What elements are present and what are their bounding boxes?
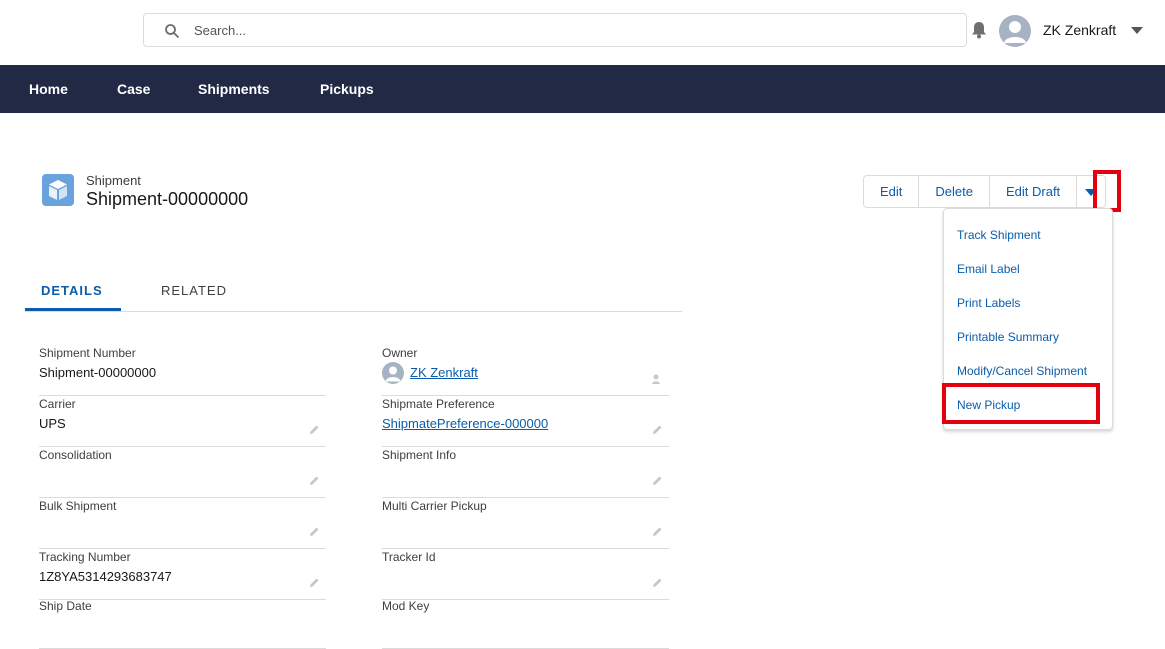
pencil-icon[interactable] — [308, 424, 320, 436]
pencil-icon[interactable] — [651, 577, 663, 589]
field-carrier: Carrier UPS — [39, 397, 326, 447]
highlight-new-pickup — [942, 383, 1100, 424]
search-icon — [165, 24, 179, 38]
pencil-icon[interactable] — [651, 424, 663, 436]
menu-item-printable-summary[interactable]: Printable Summary — [957, 330, 1059, 344]
notification-bell-icon[interactable] — [969, 20, 989, 40]
field-label: Shipmate Preference — [382, 397, 495, 411]
menu-item-email-label[interactable]: Email Label — [957, 262, 1020, 276]
field-value: UPS — [39, 416, 66, 431]
field-label: Owner — [382, 346, 418, 360]
shipmate-preference-link[interactable]: ShipmatePreference-000000 — [382, 416, 548, 431]
field-shipment-number: Shipment Number Shipment-00000000 — [39, 346, 326, 396]
field-value: Shipment-00000000 — [39, 365, 157, 380]
record-type-label: Shipment — [86, 173, 141, 188]
pencil-icon[interactable] — [308, 526, 320, 538]
pencil-icon[interactable] — [651, 475, 663, 487]
field-tracking-number: Tracking Number 1Z8YA5314293683747 — [39, 550, 326, 600]
owner-avatar — [382, 362, 404, 384]
menu-item-modify-cancel-shipment[interactable]: Modify/Cancel Shipment — [957, 364, 1087, 378]
field-label: Shipment Number — [39, 346, 136, 360]
field-label: Multi Carrier Pickup — [382, 499, 487, 513]
field-label: Shipment Info — [382, 448, 457, 462]
field-tracker-id: Tracker Id — [382, 550, 669, 600]
field-label: Bulk Shipment — [39, 499, 117, 513]
nav-item-shipments[interactable]: Shipments — [198, 81, 270, 97]
tab-details[interactable]: DETAILS — [41, 283, 103, 298]
field-value: 1Z8YA5314293683747 — [39, 569, 172, 584]
user-icon — [385, 366, 401, 382]
field-label: Ship Date — [39, 599, 92, 613]
tab-related[interactable]: RELATED — [161, 283, 227, 298]
menu-item-track-shipment[interactable]: Track Shipment — [957, 228, 1041, 242]
chevron-down-icon[interactable] — [1131, 27, 1143, 34]
field-label: Tracking Number — [39, 550, 131, 564]
user-name[interactable]: ZK Zenkraft — [1043, 22, 1116, 38]
active-tab-indicator — [25, 308, 121, 311]
app-nav-bar: Home Case Shipments Pickups — [0, 65, 1165, 113]
field-label: Carrier — [39, 397, 76, 411]
edit-draft-button[interactable]: Edit Draft — [990, 176, 1078, 207]
user-icon — [1004, 21, 1026, 43]
field-label: Mod Key — [382, 599, 430, 613]
nav-item-home[interactable]: Home — [29, 81, 68, 97]
field-mod-key: Mod Key — [382, 599, 669, 649]
user-avatar[interactable] — [999, 15, 1031, 47]
pencil-icon[interactable] — [308, 577, 320, 589]
nav-item-pickups[interactable]: Pickups — [320, 81, 374, 97]
owner-link[interactable]: ZK Zenkraft — [410, 365, 478, 380]
edit-button[interactable]: Edit — [864, 176, 920, 207]
pencil-icon[interactable] — [651, 526, 663, 538]
box-icon — [49, 180, 67, 200]
field-ship-date: Ship Date — [39, 599, 326, 649]
field-owner: Owner ZK Zenkraft — [382, 346, 669, 396]
field-label: Tracker Id — [382, 550, 436, 564]
field-shipment-info: Shipment Info — [382, 448, 669, 498]
search-input[interactable] — [194, 20, 934, 40]
field-bulk-shipment: Bulk Shipment — [39, 499, 326, 549]
highlight-more-actions — [1093, 170, 1121, 212]
global-header: ZK Zenkraft — [0, 0, 1165, 65]
global-search[interactable] — [143, 13, 967, 47]
record-action-buttons: Edit Delete Edit Draft — [863, 175, 1107, 208]
record-title: Shipment-00000000 — [86, 189, 249, 209]
field-shipmate-preference: Shipmate Preference ShipmatePreference-0… — [382, 397, 669, 447]
pencil-icon[interactable] — [308, 475, 320, 487]
delete-button[interactable]: Delete — [919, 176, 990, 207]
menu-item-print-labels[interactable]: Print Labels — [957, 296, 1020, 310]
field-multi-carrier-pickup: Multi Carrier Pickup — [382, 499, 669, 549]
record-tabs: DETAILS RELATED — [25, 270, 682, 312]
field-consolidation: Consolidation — [39, 448, 326, 498]
field-label: Consolidation — [39, 448, 112, 462]
shipment-record-icon — [42, 174, 74, 206]
nav-item-case[interactable]: Case — [117, 81, 150, 97]
change-owner-icon[interactable] — [651, 373, 663, 385]
